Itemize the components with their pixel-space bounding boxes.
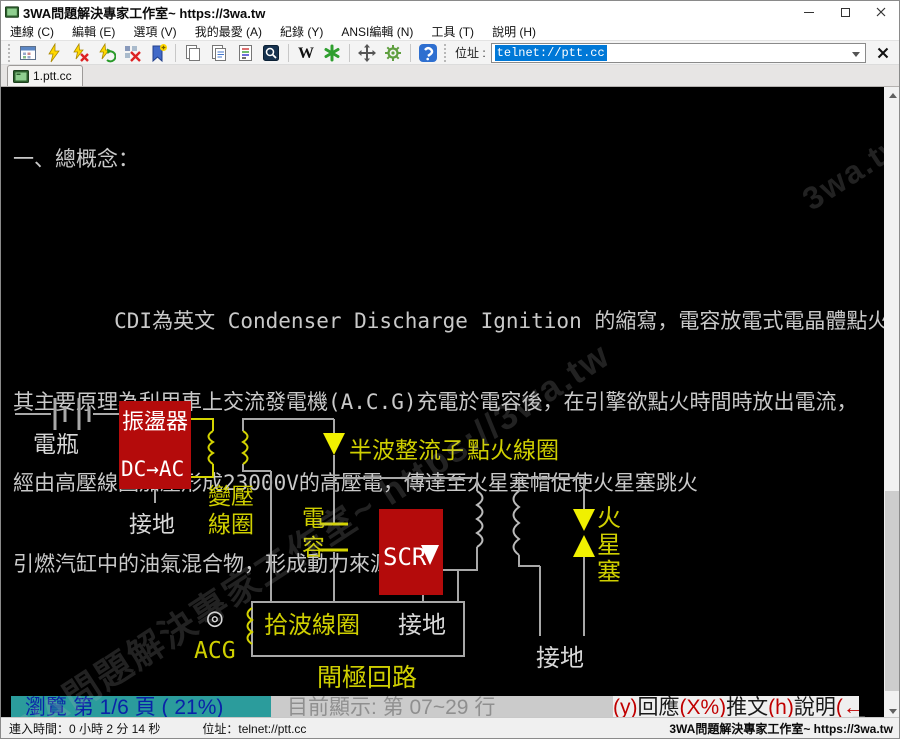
site-list-icon[interactable] (15, 42, 41, 64)
ignition-primary (443, 478, 477, 602)
battery-plates-short (65, 406, 89, 422)
scrollbar-thumb[interactable] (885, 491, 900, 691)
menu-tools[interactable]: 工具 (T) (422, 23, 483, 40)
title-bar[interactable]: 3WA問題解決專家工作室~ https://3wa.tw (1, 1, 899, 23)
bbs-key-hints: (y)回應(X%)推文(h)說明(←)離開 (613, 696, 859, 719)
window-controls (791, 1, 899, 23)
ground-label-1: 接地 (129, 505, 175, 539)
address-label: 位址 : (455, 44, 486, 61)
menu-edit[interactable]: 編輯 (E) (63, 23, 124, 40)
key-reply-label: 回應 (638, 696, 680, 719)
status-address: 位址：telnet://ptt.cc (202, 720, 306, 737)
menu-ansi-edit[interactable]: ANSI編輯 (N) (332, 23, 422, 40)
toolbar-separator (349, 44, 350, 62)
oscillator-label: 振盪器 (122, 404, 188, 436)
paste-color-icon[interactable] (232, 42, 258, 64)
transformer-label: 變壓線圈 (208, 483, 256, 539)
green-asterisk-icon[interactable] (319, 42, 345, 64)
half-wave-label: 半波整流子 (349, 431, 464, 465)
maximize-button[interactable] (827, 1, 863, 23)
ground-label-2: 接地 (398, 605, 446, 640)
scroll-up-icon (889, 93, 897, 98)
terminal-icon (13, 70, 29, 83)
key-help: (h) (768, 696, 794, 719)
add-bookmark-icon[interactable] (145, 42, 171, 64)
menu-bar: 連線 (C) 編輯 (E) 選項 (V) 我的最愛 (A) 紀錄 (Y) ANS… (1, 23, 899, 41)
menu-log[interactable]: 紀錄 (Y) (271, 23, 332, 40)
gate-circuit-label: 閘極回路 (317, 658, 417, 694)
scr-label: SCR (383, 543, 426, 571)
key-push: (X%) (680, 696, 727, 719)
battery-label: 電瓶 (33, 425, 79, 459)
close-connection-icon[interactable] (119, 42, 145, 64)
spark-gap-up-triangle (573, 535, 595, 557)
toolbar-grip[interactable] (444, 44, 448, 62)
close-address-button[interactable] (871, 42, 895, 64)
acg-label: ACG (194, 638, 236, 664)
toolbar-separator (410, 44, 411, 62)
close-button[interactable] (863, 1, 899, 23)
settings-gear-icon[interactable] (380, 42, 406, 64)
key-push-label: 推文 (726, 696, 768, 719)
terminal-screen[interactable]: 一、總概念： CDI為英文 Condenser Discharge Igniti… (1, 87, 884, 719)
pickup-coil-label: 拾波線圈 (264, 605, 360, 640)
scroll-down-icon (889, 709, 897, 714)
fit-window-icon[interactable] (354, 42, 380, 64)
ignition-coil-label: 點火線圈 (467, 431, 559, 465)
terminal-cursor: _ (853, 696, 865, 719)
app-icon (5, 6, 19, 18)
open-in-browser-icon[interactable] (258, 42, 284, 64)
ignition-secondary-coil (514, 491, 520, 555)
menu-help[interactable]: 說明 (H) (483, 23, 545, 40)
spark-plug-label: 火星塞 (597, 505, 625, 586)
menu-favorites[interactable]: 我的最愛 (A) (186, 23, 271, 40)
bbs-status-line: 瀏覽 第 1/6 頁 ( 21%) 目前顯示: 第 07~29 行 (y)回應(… (11, 696, 859, 719)
toolbar-grip[interactable] (8, 44, 12, 62)
toolbar-separator (288, 44, 289, 62)
app-window: 3WA問題解決專家工作室~ https://3wa.tw 連線 (C) 編輯 (… (0, 0, 900, 739)
connect-icon[interactable] (41, 42, 67, 64)
status-bar: 連入時間：0 小時 2 分 14 秒 位址：telnet://ptt.cc 3W… (1, 717, 899, 738)
ground-label-3: 接地 (536, 638, 584, 673)
key-reply: (y) (613, 696, 638, 719)
maximize-icon (841, 8, 850, 17)
toolbar-separator (175, 44, 176, 62)
capacitor-label: 電容 (302, 505, 328, 563)
menu-connect[interactable]: 連線 (C) (1, 23, 63, 40)
tab-bar: 1.ptt.cc (1, 65, 899, 87)
copy-with-format-icon[interactable] (206, 42, 232, 64)
copy-icon[interactable] (180, 42, 206, 64)
close-x-icon (877, 47, 889, 59)
pcman-logo-icon[interactable] (415, 42, 441, 64)
menu-options[interactable]: 選項 (V) (124, 23, 185, 40)
tab-ptt[interactable]: 1.ptt.cc (7, 65, 83, 86)
diode-triangle (323, 433, 345, 455)
scroll-up-button[interactable] (884, 87, 900, 103)
close-icon (876, 7, 886, 17)
minimize-icon (804, 12, 814, 13)
minimize-button[interactable] (791, 1, 827, 23)
wikipedia-icon[interactable]: W (293, 42, 319, 64)
acg-symbol: ◎ (207, 603, 223, 633)
tool-bar: W (1, 41, 899, 65)
bbs-current-lines: 目前顯示: 第 07~29 行 (271, 696, 613, 719)
chevron-down-icon[interactable] (852, 52, 860, 57)
window-title: 3WA問題解決專家工作室~ https://3wa.tw (23, 3, 265, 22)
svg-text:W: W (298, 45, 314, 62)
dc-ac-label: DC→AC (121, 457, 184, 481)
vertical-scrollbar[interactable] (884, 87, 900, 719)
bbs-browse-indicator: 瀏覽 第 1/6 頁 ( 21%) (11, 696, 271, 719)
connect-time: 連入時間：0 小時 2 分 14 秒 (9, 720, 160, 737)
reconnect-icon[interactable] (93, 42, 119, 64)
tab-label: 1.ptt.cc (33, 69, 72, 83)
address-combobox[interactable]: telnet://ptt.cc (491, 43, 866, 63)
address-value[interactable]: telnet://ptt.cc (495, 45, 607, 61)
statusbar-watermark: 3WA問題解決專家工作室~ https://3wa.tw (669, 720, 893, 737)
ignition-primary-coil (477, 491, 483, 547)
disconnect-icon[interactable] (67, 42, 93, 64)
primary-coil (191, 419, 213, 477)
secondary-coil (243, 431, 248, 464)
key-help-label: 說明 (794, 696, 836, 719)
spark-gap-down-triangle (573, 509, 595, 531)
